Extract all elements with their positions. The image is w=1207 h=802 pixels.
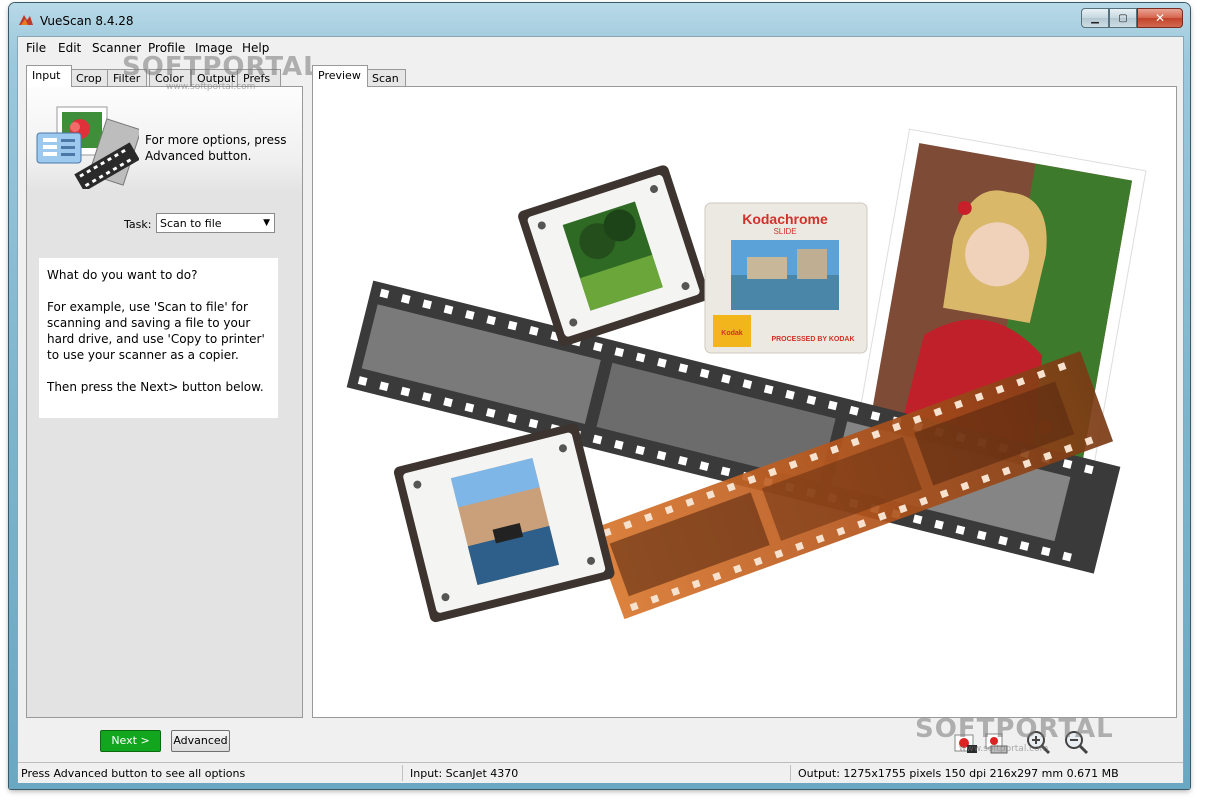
tab-preview[interactable]: Preview bbox=[312, 65, 368, 87]
task-select-value: Scan to file bbox=[160, 217, 222, 230]
advanced-hint-text: For more options, press Advanced button. bbox=[145, 133, 287, 163]
help-example: For example, use 'Scan to file' for scan… bbox=[47, 300, 265, 362]
status-output: Output: 1275x1755 pixels 150 dpi 216x297… bbox=[798, 767, 1119, 780]
status-divider bbox=[790, 765, 791, 781]
input-panel-header: For more options, press Advanced button. bbox=[27, 87, 302, 192]
close-icon: ✕ bbox=[1154, 11, 1166, 25]
help-text-box: What do you want to do? For example, use… bbox=[39, 258, 278, 418]
maximize-icon: ▢ bbox=[1118, 12, 1128, 24]
tab-input[interactable]: Input bbox=[26, 65, 72, 87]
slide-mount-venice bbox=[393, 423, 615, 623]
status-divider bbox=[402, 765, 403, 781]
kodachrome-label: Kodachrome bbox=[742, 211, 828, 227]
softportal-watermark-top: SOFTPORTAL www.softportal.com bbox=[122, 52, 321, 92]
advanced-button[interactable]: Advanced bbox=[171, 730, 230, 752]
window-title: VueScan 8.4.28 bbox=[40, 14, 134, 28]
scanner-illustration-icon bbox=[36, 106, 139, 189]
title-bar[interactable]: VueScan 8.4.28 ▁ ▢ ✕ bbox=[9, 3, 1190, 33]
menu-file[interactable]: File bbox=[26, 41, 46, 55]
close-button[interactable]: ✕ bbox=[1137, 8, 1183, 28]
slide-label: SLIDE bbox=[773, 227, 796, 236]
minimize-button[interactable]: ▁ bbox=[1081, 8, 1109, 28]
input-panel: For more options, press Advanced button.… bbox=[26, 86, 303, 718]
help-question: What do you want to do? bbox=[47, 268, 198, 282]
window-controls: ▁ ▢ ✕ bbox=[1081, 8, 1183, 28]
preview-area[interactable]: Kodachrome SLIDE Kodak PROCESSED BY KODA… bbox=[312, 86, 1177, 718]
tab-crop[interactable]: Crop bbox=[70, 69, 108, 87]
minimize-icon: ▁ bbox=[1091, 12, 1099, 24]
menu-edit[interactable]: Edit bbox=[58, 41, 81, 55]
client-area: File Edit Scanner Profile Image Help Inp… bbox=[17, 36, 1184, 783]
kodak-logo-text: Kodak bbox=[721, 330, 743, 337]
task-select[interactable]: Scan to file ▼ bbox=[156, 213, 275, 233]
task-label: Task: bbox=[124, 218, 152, 231]
help-next-instruction: Then press the Next> button below. bbox=[47, 380, 264, 394]
status-bar: Press Advanced button to see all options… bbox=[18, 762, 1183, 783]
status-left: Press Advanced button to see all options bbox=[21, 767, 246, 780]
softportal-watermark-bottom: SOFTPORTAL www.softportal.com bbox=[915, 714, 1114, 754]
slide-mount-trees bbox=[518, 165, 710, 347]
status-input: Input: ScanJet 4370 bbox=[410, 767, 519, 780]
dropdown-arrow-icon: ▼ bbox=[263, 218, 270, 228]
kodachrome-slide: Kodachrome SLIDE Kodak PROCESSED BY KODA… bbox=[704, 202, 868, 354]
vuescan-app-icon bbox=[19, 15, 33, 25]
app-window: VueScan 8.4.28 ▁ ▢ ✕ File Edit Scanner P… bbox=[9, 3, 1190, 789]
maximize-button[interactable]: ▢ bbox=[1109, 8, 1137, 28]
next-button[interactable]: Next > bbox=[100, 730, 161, 752]
preview-image: Kodachrome SLIDE Kodak PROCESSED BY KODA… bbox=[346, 128, 1147, 623]
processed-by-kodak-label: PROCESSED BY KODAK bbox=[771, 336, 854, 343]
tab-scan[interactable]: Scan bbox=[366, 69, 406, 87]
